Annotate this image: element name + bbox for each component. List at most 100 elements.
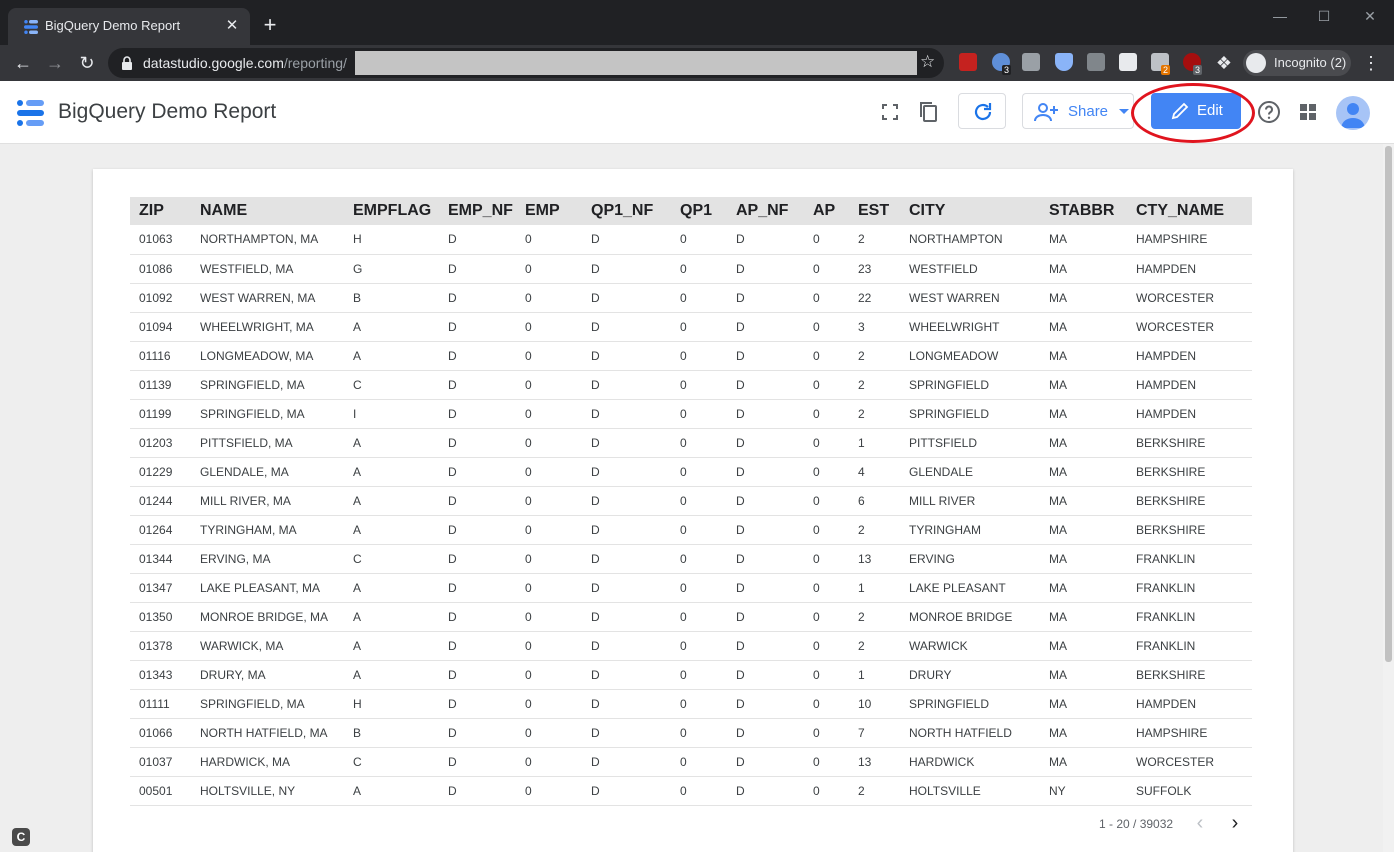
close-window-icon[interactable]: ✕ [1358, 6, 1382, 26]
extensions-puzzle-icon[interactable]: ❖ [1211, 50, 1237, 76]
share-button[interactable]: Share [1022, 93, 1116, 129]
table-cell: 0 [680, 261, 687, 276]
table-cell: NORTHAMPTON [909, 232, 1003, 247]
column-header[interactable]: CTY_NAME [1127, 197, 1252, 225]
table-cell: 01350 [139, 609, 173, 624]
incognito-indicator[interactable]: Incognito (2) [1243, 50, 1351, 76]
column-header[interactable]: EMP_NF [439, 197, 516, 225]
table-cell: 0 [525, 348, 532, 363]
table-cell: D [736, 232, 745, 247]
extension-diamond-icon[interactable] [1055, 53, 1073, 71]
table-cell: LAKE PLEASANT [909, 580, 1006, 595]
report-header: BigQuery Demo Report Share Edit [0, 81, 1394, 144]
table-cell: D [591, 725, 600, 740]
table-row[interactable]: 01244 MILL RIVER, MA A D 0 D 0 D 0 6 MILL RIVER MA B… [130, 486, 1252, 515]
forward-arrow-icon[interactable]: → [42, 50, 68, 76]
extension-puzzle-tile-icon[interactable] [1022, 53, 1040, 71]
table-cell: D [736, 580, 745, 595]
table-row[interactable]: 01037 HARDWICK, MA C D 0 D 0 D 0 13 HARDWICK MA WORC… [130, 747, 1252, 776]
fullscreen-icon[interactable] [877, 99, 903, 125]
corner-extension-badge[interactable]: C [12, 828, 30, 846]
share-label: Share [1068, 103, 1109, 120]
page-scrollbar[interactable] [1383, 144, 1394, 852]
previous-page-icon[interactable]: ‹ [1192, 812, 1208, 835]
table-row[interactable]: 01086 WESTFIELD, MA G D 0 D 0 D 0 23 WESTFIELD MA HA… [130, 254, 1252, 283]
tab-close-icon[interactable]: ✕ [222, 16, 242, 36]
table-row[interactable]: 01343 DRURY, MA A D 0 D 0 D 0 1 DRURY MA BERKSHIRE [130, 660, 1252, 689]
column-header[interactable]: QP1 [671, 197, 727, 225]
minimize-window-icon[interactable]: — [1268, 6, 1292, 26]
back-arrow-icon[interactable]: ← [10, 50, 36, 76]
table-cell: 0 [813, 580, 820, 595]
refresh-data-button[interactable] [958, 93, 1006, 129]
help-icon[interactable] [1256, 99, 1282, 125]
table-cell: 0 [680, 493, 687, 508]
column-header[interactable]: NAME [191, 197, 344, 225]
table-row[interactable]: 01063 NORTHAMPTON, MA H D 0 D 0 D 0 2 NORTHAMPTON M… [130, 225, 1252, 254]
table-cell: WESTFIELD [909, 261, 978, 276]
table-row[interactable]: 01094 WHEELWRIGHT, MA A D 0 D 0 D 0 3 WHEELWRIGHT M… [130, 312, 1252, 341]
table-row[interactable]: 01347 LAKE PLEASANT, MA A D 0 D 0 D 0 1 LAKE PLEAS… [130, 573, 1252, 602]
table-cell: G [353, 261, 363, 276]
extension-video-icon[interactable] [959, 53, 977, 71]
extension-grid-icon[interactable] [1087, 53, 1105, 71]
table-cell: A [353, 493, 362, 508]
next-page-icon[interactable]: › [1227, 812, 1243, 835]
table-row[interactable]: 01350 MONROE BRIDGE, MA A D 0 D 0 D 0 2 MONROE BRI… [130, 602, 1252, 631]
table-cell: D [448, 754, 457, 769]
table-row[interactable]: 01229 GLENDALE, MA A D 0 D 0 D 0 4 GLENDALE MA BERKS… [130, 457, 1252, 486]
table-row[interactable]: 01111 SPRINGFIELD, MA H D 0 D 0 D 0 10 SPRINGFIELD… [130, 689, 1252, 718]
table-cell: MA [1049, 522, 1067, 537]
table-cell: 0 [525, 783, 532, 798]
column-header[interactable]: STABBR [1040, 197, 1127, 225]
table-cell: D [736, 522, 745, 537]
table-cell: 0 [680, 783, 687, 798]
table-row[interactable]: 00501 HOLTSVILLE, NY A D 0 D 0 D 0 2 HOLTSVILLE NY S… [130, 776, 1252, 805]
maximize-window-icon[interactable]: ☐ [1312, 6, 1336, 26]
table-row[interactable]: 01116 LONGMEADOW, MA A D 0 D 0 D 0 2 LONGMEADOW MA H… [130, 341, 1252, 370]
table-cell: TYRINGHAM [909, 522, 981, 537]
extension-card-icon[interactable] [1119, 53, 1137, 71]
bookmark-star-icon[interactable]: ☆ [920, 52, 935, 72]
table-cell: 1 [858, 580, 865, 595]
table-row[interactable]: 01066 NORTH HATFIELD, MA B D 0 D 0 D 0 7 NORTH HAT… [130, 718, 1252, 747]
copy-icon[interactable] [916, 99, 942, 125]
table-cell: MA [1049, 725, 1067, 740]
column-header[interactable]: ZIP [130, 197, 191, 225]
table-cell: NORTH HATFIELD [909, 725, 1012, 740]
table-row[interactable]: 01264 TYRINGHAM, MA A D 0 D 0 D 0 2 TYRINGHAM MA BER… [130, 515, 1252, 544]
table-cell: MILL RIVER, MA [200, 493, 291, 508]
table-cell: 0 [813, 522, 820, 537]
column-header[interactable]: CITY [900, 197, 1040, 225]
browser-menu-icon[interactable]: ⋮ [1362, 51, 1380, 75]
table-row[interactable]: 01092 WEST WARREN, MA B D 0 D 0 D 0 22 WEST WARREN… [130, 283, 1252, 312]
table-cell: D [591, 406, 600, 421]
column-header[interactable]: QP1_NF [582, 197, 671, 225]
browser-tab[interactable]: BigQuery Demo Report ✕ [8, 8, 250, 45]
reload-icon[interactable]: ↻ [74, 50, 100, 76]
table-cell: DRURY [909, 667, 952, 682]
table-row[interactable]: 01378 WARWICK, MA A D 0 D 0 D 0 2 WARWICK MA FRANKLI… [130, 631, 1252, 660]
table-cell: FRANKLIN [1136, 638, 1196, 653]
table-cell: 0 [680, 522, 687, 537]
column-header[interactable]: AP_NF [727, 197, 804, 225]
table-row[interactable]: 01199 SPRINGFIELD, MA I D 0 D 0 D 0 2 SPRINGFIELD M… [130, 399, 1252, 428]
column-header[interactable]: EMP [516, 197, 582, 225]
new-tab-button[interactable]: + [259, 14, 281, 36]
table-cell: I [353, 406, 357, 421]
table-cell: 0 [525, 261, 532, 276]
address-bar[interactable]: datastudio.google.com/reporting/ ☆ [108, 48, 944, 78]
account-avatar[interactable] [1336, 96, 1370, 130]
table-cell: BERKSHIRE [1136, 493, 1206, 508]
apps-grid-icon[interactable] [1295, 99, 1321, 125]
column-header[interactable]: EMPFLAG [344, 197, 439, 225]
table-cell: WORCESTER [1136, 754, 1214, 769]
table-row[interactable]: 01203 PITTSFIELD, MA A D 0 D 0 D 0 1 PITTSFIELD MA B… [130, 428, 1252, 457]
column-header[interactable]: EST [849, 197, 900, 225]
table-row[interactable]: 01344 ERVING, MA C D 0 D 0 D 0 13 ERVING MA FRANKLIN [130, 544, 1252, 573]
table-row[interactable]: 01139 SPRINGFIELD, MA C D 0 D 0 D 0 2 SPRINGFIELD M… [130, 370, 1252, 399]
column-header[interactable]: AP [804, 197, 849, 225]
report-page: ZIP NAME EMPFLAG EMP_NF EMP QP1_NF QP1 A… [93, 169, 1293, 852]
table-cell: 0 [813, 435, 820, 450]
scrollbar-thumb[interactable] [1385, 146, 1392, 662]
